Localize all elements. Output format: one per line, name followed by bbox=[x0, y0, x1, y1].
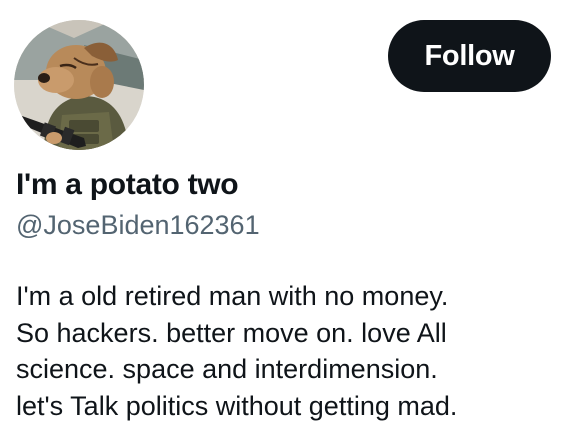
user-handle: @JoseBiden162361 bbox=[16, 210, 260, 240]
bio-line: science. space and interdimension. bbox=[16, 354, 438, 384]
display-name: I'm a potato two bbox=[16, 168, 239, 201]
profile-card: Follow I'm a potato two @JoseBiden162361… bbox=[0, 0, 564, 444]
avatar-image bbox=[14, 20, 144, 150]
follow-button[interactable]: Follow bbox=[388, 20, 551, 92]
bio-line: let's Talk politics without getting mad. bbox=[16, 390, 458, 421]
bio: I'm a old retired man with no money. So … bbox=[16, 278, 556, 424]
bio-line: I'm a old retired man with no money. bbox=[16, 281, 449, 311]
bio-line: So hackers. better move on. love All bbox=[16, 317, 447, 348]
avatar[interactable] bbox=[14, 20, 144, 150]
